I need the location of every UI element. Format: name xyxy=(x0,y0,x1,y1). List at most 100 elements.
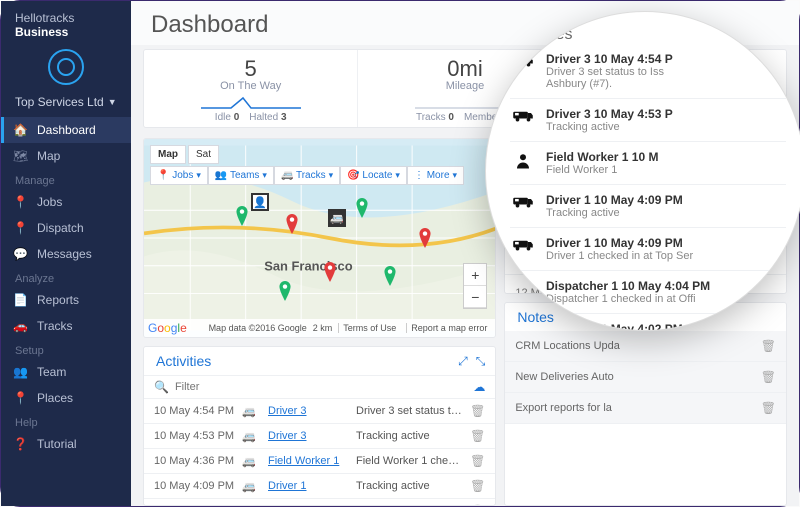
brand-suffix: Business xyxy=(15,25,68,39)
trash-icon[interactable]: 🗑 xyxy=(470,404,485,418)
nav-icon: 🗺 xyxy=(13,149,27,163)
activities-collapse-icon[interactable]: ⤡ xyxy=(476,354,486,369)
zoom-in-button[interactable]: + xyxy=(464,264,486,286)
sidebar-item-reports[interactable]: 📄 Reports xyxy=(1,287,131,313)
map-dropdown-tracks[interactable]: 🚐 Tracks ▾ xyxy=(274,166,340,185)
magnifier-item[interactable]: Driver 1 10 May 4:09 PM Driver 1 checked… xyxy=(510,228,786,271)
trash-icon[interactable]: 🗑 xyxy=(761,370,776,384)
map-footer: Google Map data ©2016 Google 2 km Terms … xyxy=(144,319,495,337)
activity-row[interactable]: 10 May 4:36 PM 🚐 Field Worker 1 Field Wo… xyxy=(144,449,495,474)
activity-row[interactable]: 10 May 4:09 PM 🚐 Driver 1 Driver 1 check… xyxy=(144,499,495,506)
van-icon xyxy=(510,193,536,219)
van-icon: 🚐 xyxy=(242,430,260,443)
activity-actor-link[interactable]: Driver 3 xyxy=(268,430,348,442)
map-tab-sat[interactable]: Sat xyxy=(188,145,219,164)
zoom-out-button[interactable]: − xyxy=(464,286,486,308)
nav-label: Tracks xyxy=(37,319,73,333)
magnifier-item-head: Driver 3 10 May 4:54 P xyxy=(546,52,786,66)
trash-icon[interactable]: 🗑 xyxy=(761,339,776,353)
sidebar-item-team[interactable]: 👥 Team xyxy=(1,359,131,385)
nav-label: Reports xyxy=(37,293,79,307)
note-text: CRM Locations Upda xyxy=(515,340,620,352)
activity-actor-link[interactable]: Driver 1 xyxy=(268,480,348,492)
activity-actor-link[interactable]: Driver 3 xyxy=(268,405,348,417)
nav-label: Dashboard xyxy=(37,123,96,137)
map-dropdown-more[interactable]: ⋮ More ▾ xyxy=(407,166,464,185)
activity-row[interactable]: 10 May 4:54 PM 🚐 Driver 3 Driver 3 set s… xyxy=(144,399,495,424)
note-row[interactable]: New Deliveries Auto🗑 xyxy=(505,362,786,393)
magnifier-item[interactable]: Driver 3 10 May 4:54 P Driver 3 set stat… xyxy=(510,44,786,99)
nav-icon: 💬 xyxy=(13,247,27,261)
map-marker-vehicle[interactable]: 🚐 xyxy=(328,209,346,227)
nav-label: Jobs xyxy=(37,195,62,209)
cloud-download-icon[interactable]: ☁ xyxy=(473,380,485,394)
van-icon: 🚐 xyxy=(242,405,260,418)
magnifier-item-head: Driver 1 10 May 4:09 PM xyxy=(546,193,786,207)
activity-row[interactable]: 10 May 4:53 PM 🚐 Driver 3 Tracking activ… xyxy=(144,424,495,449)
activities-title: Activities xyxy=(156,353,450,369)
nav-icon: 👥 xyxy=(13,365,27,379)
trash-icon[interactable]: 🗑 xyxy=(470,429,485,443)
chevron-down-icon: ▼ xyxy=(108,97,117,107)
logo-icon xyxy=(48,49,84,85)
sidebar-item-tracks[interactable]: 🚗Tracks xyxy=(1,313,131,339)
map-dropdown-jobs[interactable]: 📍 Jobs ▾ xyxy=(150,166,208,185)
activities-expand-icon[interactable]: ⤢ xyxy=(458,354,468,369)
note-row[interactable]: Export reports for la🗑 xyxy=(505,393,786,424)
map-terms-link[interactable]: Terms of Use xyxy=(338,323,400,333)
trash-icon[interactable]: 🗑 xyxy=(761,401,776,415)
magnifier-item[interactable]: Driver 1 10 May 4:09 PM Tracking active xyxy=(510,185,786,228)
magnifier-item-sub: Tracking active xyxy=(546,207,786,219)
trash-icon[interactable]: 🗑 xyxy=(470,504,485,506)
activities-filter-input[interactable] xyxy=(175,381,467,393)
map-report-link[interactable]: Report a map error xyxy=(406,323,491,333)
nav-icon: 📍 xyxy=(13,391,27,405)
sidebar-item-map[interactable]: 🗺Map xyxy=(1,143,131,169)
magnifier-item[interactable]: Driver 3 10 May 4:53 P Tracking active xyxy=(510,99,786,142)
note-row[interactable]: CRM Locations Upda 🗑 xyxy=(505,331,786,362)
activity-actor-link[interactable]: Field Worker 1 xyxy=(268,455,348,467)
magnifier-item[interactable]: Field Worker 1 10 M Field Worker 1 xyxy=(510,142,786,185)
magnifier-item-sub: Driver 3 set status to Iss xyxy=(546,66,786,78)
nav-icon: 📍 xyxy=(13,195,27,209)
magnifier-item-sub: Field Worker 1 xyxy=(546,164,786,176)
map-dropdown-teams[interactable]: 👥 Teams ▾ xyxy=(208,166,274,185)
map-toolbar: Map Sat 📍 Jobs ▾👥 Teams ▾🚐 Tracks ▾🎯 Loc… xyxy=(150,145,489,185)
van-icon xyxy=(510,236,536,262)
magnifier-item-sub: Tracking active xyxy=(546,121,786,133)
brand: Hellotracks Business xyxy=(1,1,131,45)
sidebar-item-messages[interactable]: 💬 Messages xyxy=(1,241,131,267)
map-attribution: Map data ©2016 Google xyxy=(209,323,307,333)
nav-label: Tutorial xyxy=(37,437,77,451)
activity-actor-link[interactable]: Driver 1 xyxy=(268,505,348,506)
google-logo: Google xyxy=(148,321,187,335)
map-zoom-controls: + − xyxy=(463,263,487,309)
org-selector[interactable]: Top Services Ltd ▼ xyxy=(1,91,131,117)
map-marker-user[interactable]: 👤 xyxy=(251,193,269,211)
sidebar-item-dashboard[interactable]: 🏠 Dashboard xyxy=(1,117,131,143)
activity-row[interactable]: 10 May 4:09 PM 🚐 Driver 1 Tracking activ… xyxy=(144,474,495,499)
trash-icon[interactable]: 🗑 xyxy=(470,479,485,493)
map-card: San Francisco 👤 🚐 Map xyxy=(143,138,496,338)
sidebar-item-tutorial[interactable]: ❓Tutorial xyxy=(1,431,131,457)
search-icon: 🔍 xyxy=(154,380,169,394)
sidebar-item-dispatch[interactable]: 📍Dispatch xyxy=(1,215,131,241)
nav-label: Team xyxy=(37,365,66,379)
map-tab-map[interactable]: Map xyxy=(150,145,186,164)
sidebar-item-places[interactable]: 📍Places xyxy=(1,385,131,411)
activity-time: 10 May 4:09 PM xyxy=(154,505,234,506)
activity-desc: Field Worker 1 checked in at Top Service… xyxy=(356,455,462,467)
nav-label: Messages xyxy=(37,247,92,261)
magnifier-item-head: Driver 3 10 May 4:53 P xyxy=(546,107,786,121)
activity-desc: Tracking active xyxy=(356,480,462,492)
activity-time: 10 May 4:36 PM xyxy=(154,455,234,467)
trash-icon[interactable]: 🗑 xyxy=(470,454,485,468)
sidebar-item-jobs[interactable]: 📍 Jobs xyxy=(1,189,131,215)
nav-label: Dispatch xyxy=(37,221,84,235)
nav-icon: 🏠 xyxy=(13,123,27,137)
nav-icon: 📄 xyxy=(13,293,27,307)
stat-value: 5 xyxy=(148,56,353,82)
magnifier-item-sub: Driver 1 checked in at Top Ser xyxy=(546,250,786,262)
map-dropdown-locate[interactable]: 🎯 Locate ▾ xyxy=(340,166,407,185)
magnifier-item-sub: Ashbury (#7). xyxy=(546,78,786,90)
